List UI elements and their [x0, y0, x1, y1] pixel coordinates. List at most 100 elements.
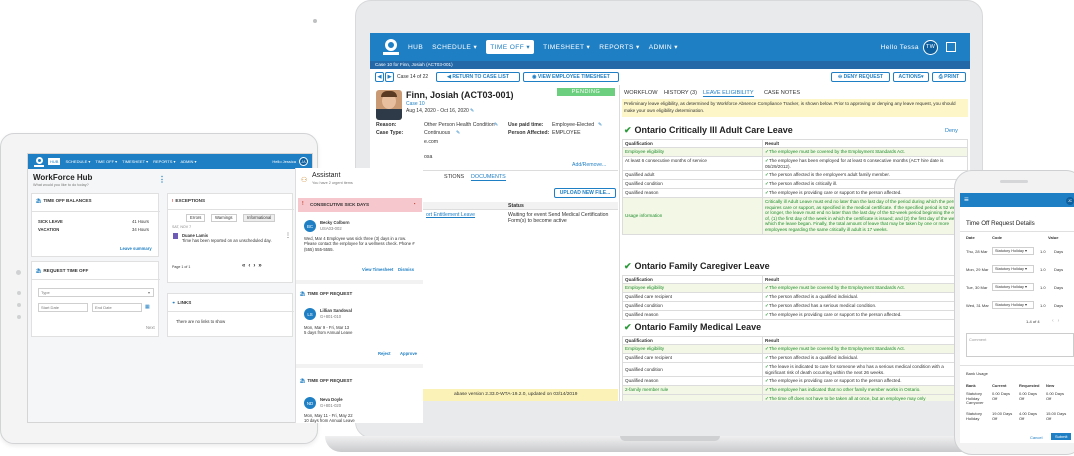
start-date-input[interactable]: Start Date [38, 303, 88, 312]
qualification-cell: Qualified care recipient [622, 292, 763, 302]
user-avatar[interactable]: JA [299, 157, 308, 166]
prev-case-button[interactable]: ◀ [375, 72, 384, 82]
case-type-value: Continuous [424, 130, 451, 136]
avatar: BC [304, 220, 316, 232]
return-to-case-list-button[interactable]: ◀ RETURN TO CASE LIST [436, 72, 520, 82]
view-timesheet-button[interactable]: View Timesheet [362, 267, 393, 272]
hamburger-menu-icon[interactable]: ≡ [964, 195, 969, 204]
qualification-cell: Qualified care recipient [622, 353, 763, 363]
qualification-cell: Qualified reason [622, 310, 763, 320]
email-fragment: e.com [424, 139, 439, 145]
reject-button[interactable]: Reject [378, 351, 391, 356]
tab-documents[interactable]: DOCUMENTS [471, 174, 506, 181]
add-remove-link[interactable]: Add/Remove... [572, 162, 606, 168]
code-select[interactable]: Statutory Holiday ▾ [992, 301, 1034, 309]
end-date-input[interactable]: End Date [92, 303, 142, 312]
case-type-label: Case Type: [376, 130, 404, 136]
nav-admin[interactable]: ADMIN ▾ [649, 43, 678, 51]
code-select[interactable]: Statutory Holiday ▾ [992, 265, 1034, 273]
row-value[interactable]: 1.0 [1040, 285, 1046, 290]
nav-timeoff[interactable]: TIME OFF ▾ [486, 40, 535, 54]
assistant-subtitle: You have 2 urgent items [312, 181, 353, 185]
alert-icon: ! [302, 201, 304, 207]
nav-timesheet[interactable]: TIMESHEET ▾ [543, 43, 590, 51]
nav-timesheet[interactable]: TIMESHEET ▾ [122, 159, 148, 164]
result-cell: ✓The employee is providing care or suppo… [762, 376, 968, 386]
row-value[interactable]: 1.0 [1040, 303, 1046, 308]
filter-errors[interactable]: Errors [186, 214, 206, 222]
row-value[interactable]: 1.0 [1040, 267, 1046, 272]
more-menu-icon[interactable]: ⋮ [285, 232, 291, 239]
actions-button[interactable]: ACTIONS▾ [893, 72, 929, 82]
bank-usage-title: Bank Usage [966, 371, 988, 376]
nav-reports[interactable]: REPORTS ▾ [599, 43, 640, 51]
nav-admin[interactable]: ADMIN ▾ [180, 159, 196, 164]
approve-button[interactable]: Approve [400, 351, 417, 356]
nav-schedule[interactable]: SCHEDULE ▾ [65, 159, 90, 164]
view-employee-timesheet-button[interactable]: ◉ VIEW EMPLOYEE TIMESHEET [523, 72, 619, 82]
employee-name: Neva Doyle [320, 397, 343, 402]
lock-icon: ▪ [414, 201, 416, 206]
submit-button[interactable]: Submit [1051, 433, 1072, 440]
nav-hub[interactable]: HUB [408, 44, 423, 51]
calendar-icon[interactable] [946, 42, 956, 52]
tab-workflow[interactable]: WORKFLOW [624, 90, 658, 96]
qualification-header: Qualification [622, 336, 763, 345]
nav-reports[interactable]: REPORTS ▾ [153, 159, 175, 164]
comment-textarea[interactable]: Comment [966, 333, 1074, 357]
type-select[interactable]: Type ▾ [38, 288, 154, 297]
logo-icon[interactable] [34, 156, 44, 167]
time-off-balances-card: ⛱ TIME OFF BALANCES SICK LEAVE 41 Hours V… [31, 193, 160, 257]
logo-icon[interactable] [382, 38, 400, 56]
nav-hub[interactable]: HUB [48, 158, 61, 165]
calendar-icon[interactable]: ▦ [145, 304, 150, 310]
edit-icon[interactable]: ✎ [598, 122, 602, 128]
nav-schedule[interactable]: SCHEDULE ▾ [432, 43, 477, 51]
next-button[interactable]: Next [146, 325, 155, 330]
leave-summary-link[interactable]: Leave summary [120, 246, 152, 251]
user-avatar[interactable]: TW [923, 39, 938, 55]
next-case-button[interactable]: ▶ [385, 72, 394, 82]
nav-timeoff[interactable]: TIME OFF ▾ [95, 159, 117, 164]
assistant-icon: ⚇ [301, 177, 308, 184]
marketing-composite: HUB SCHEDULE ▾ TIME OFF ▾ TIMESHEET ▾ RE… [0, 0, 1074, 456]
qualification-cell: At least 6 consecutive months of service [622, 156, 763, 171]
tab-leave-eligibility[interactable]: LEAVE ELIGIBILITY [703, 90, 754, 97]
more-menu-icon[interactable]: ⋮ [158, 175, 166, 184]
row-unit: Days [1054, 267, 1064, 272]
top-nav: HUB SCHEDULE ▾ TIME OFF ▾ TIMESHEET ▾ RE… [28, 154, 312, 169]
print-button[interactable]: ⎙ PRINT [932, 72, 966, 82]
tab-history[interactable]: HISTORY (3) [664, 90, 697, 96]
cancel-button[interactable]: Cancel [1030, 435, 1042, 440]
filter-warnings[interactable]: Warnings [211, 214, 237, 222]
employee-name: Finn, Josiah (ACT03-001) [406, 90, 514, 100]
tab-questions[interactable]: STIONS [444, 174, 464, 180]
code-select[interactable]: Statutory Holiday ▾ [992, 283, 1034, 291]
code-select[interactable]: Statutory Holiday ▾ [992, 247, 1034, 255]
qualification-cell: Employee eligibility [622, 283, 763, 293]
edit-icon[interactable]: ✎ [494, 122, 498, 128]
upload-new-file-button[interactable]: UPLOAD NEW FILE... [554, 188, 616, 198]
deny-request-button[interactable]: ⊖ DENY REQUEST [831, 72, 890, 82]
filter-informational[interactable]: Informational [243, 214, 276, 222]
dismiss-button[interactable]: Dismiss [398, 267, 414, 272]
exception-date: SAT, NOV 7 [172, 225, 192, 229]
user-avatar[interactable]: JC [1066, 197, 1074, 205]
case-number[interactable]: Case 10 [406, 101, 425, 107]
card-header: ⛱ REQUEST TIME OFF [36, 268, 89, 273]
result-cell: ✓The time off does not have to be taken … [762, 394, 968, 401]
version-footer: abase version 2.33.0-WTA-19.2.0, updated… [454, 392, 578, 397]
tab-case-notes[interactable]: CASE NOTES [764, 90, 800, 96]
tablet-sensor [16, 270, 21, 275]
critically-ill-table: Qualification Result Employee eligibility… [622, 139, 968, 235]
pagination-controls[interactable]: «‹›» [242, 263, 265, 269]
beach-icon: ⛱ [300, 291, 306, 296]
beach-icon: ⛱ [300, 378, 306, 383]
edit-icon[interactable]: ✎ [470, 108, 474, 114]
deny-link[interactable]: Deny [945, 128, 958, 134]
employee-id: G+801-020 [320, 403, 342, 408]
row-value[interactable]: 1.0 [1040, 249, 1046, 254]
pagination-controls[interactable]: ‹› [1052, 318, 1063, 324]
edit-icon[interactable]: ✎ [456, 130, 460, 136]
document-link[interactable]: ort Entitlement Leave [426, 212, 475, 218]
